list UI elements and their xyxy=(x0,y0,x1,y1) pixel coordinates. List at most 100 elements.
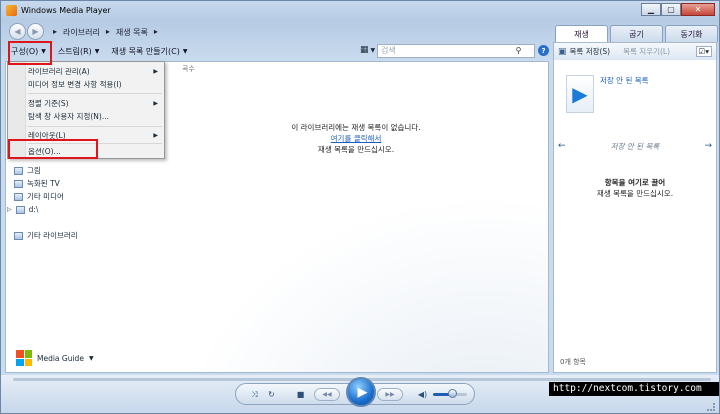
expand-arrow-icon: ▷ xyxy=(7,206,12,213)
unsaved-list-title[interactable]: 저장 안 된 목록 xyxy=(600,75,649,86)
media-guide-button[interactable]: Media Guide ▼ xyxy=(16,350,94,366)
empty-library-message: 이 라이브러리에는 재생 목록이 없습니다. 여기를 클릭해서 재생 목록을 만… xyxy=(241,122,471,155)
tab-strip: 재생 굽기 동기화 xyxy=(555,25,718,43)
chevron-right-icon: ▸ xyxy=(53,27,58,36)
nav-label: 기타 미디어 xyxy=(27,192,64,201)
menu-item-customize-nav[interactable]: 탐색 창 사용자 지정(N)... xyxy=(28,110,164,122)
nav-label: 녹화된 TV xyxy=(27,179,60,188)
resize-grip[interactable] xyxy=(707,403,715,411)
help-icon[interactable]: ? xyxy=(538,45,549,56)
back-arrow-icon: ◀ xyxy=(14,27,21,36)
menu-item-label: 탐색 창 사용자 지정(N)... xyxy=(28,111,109,121)
repeat-icon[interactable]: ↻ xyxy=(265,388,278,401)
list-options-icon[interactable]: ☑▾ xyxy=(695,46,712,57)
nav-item-other-libraries[interactable]: 기타 라이브러리 xyxy=(14,229,78,242)
list-toolbar: ▣ 목록 저장(S) 목록 지우기(L) ☑▾ xyxy=(554,43,716,60)
search-input[interactable]: 검색 xyxy=(377,44,535,58)
play-button[interactable]: ▶ xyxy=(346,377,376,407)
dropdown-arrow-icon: ▼ xyxy=(182,47,188,55)
media-guide-label: Media Guide xyxy=(37,353,84,363)
nav-item-recorded-tv[interactable]: 녹화된 TV xyxy=(14,177,78,190)
volume-icon[interactable]: ◀) xyxy=(416,388,429,401)
highlight-organize xyxy=(8,41,52,65)
playlist-icon: ▶ xyxy=(566,75,594,113)
nav-label: 기타 라이브러리 xyxy=(27,231,78,240)
other-media-icon xyxy=(14,192,23,201)
breadcrumb-library[interactable]: 라이브러리 xyxy=(63,27,100,38)
back-button[interactable]: ◀ xyxy=(9,23,26,40)
create-playlist-link[interactable]: 여기를 클릭해서 xyxy=(241,133,471,144)
media-player-window: Windows Media Player ▁ ▢ ✕ ◀ ▶ ▸ 라이브러리 ▸… xyxy=(0,0,720,414)
menu-item-label: 라이브러리 관리(A) xyxy=(28,66,90,76)
submenu-arrow-icon: ▶ xyxy=(153,67,158,75)
caption-buttons: ▁ ▢ ✕ xyxy=(641,3,715,16)
dropdown-arrow-icon: ▼ xyxy=(94,47,100,55)
shuffle-icon[interactable]: ⤨ xyxy=(248,388,261,401)
item-count: 0개 항목 xyxy=(560,358,586,366)
navigation-tree: 그림 녹화된 TV 기타 미디어 ▷ d:\ 기타 라이브러리 xyxy=(7,164,78,242)
drag-hint-text: 재생 목록을 만드십시오. xyxy=(596,189,674,198)
menu-item-label: 미디어 정보 변경 사항 적용(I) xyxy=(28,79,122,89)
nav-label: d:\ xyxy=(28,205,39,214)
save-list-button[interactable]: 목록 저장(S) xyxy=(570,46,611,57)
stop-icon[interactable]: ■ xyxy=(294,388,307,401)
view-options-button[interactable]: ▦ ▼ xyxy=(360,45,375,55)
dropdown-arrow-icon: ▼ xyxy=(88,354,94,362)
previous-button[interactable]: ◀◀ xyxy=(314,388,340,401)
pictures-icon xyxy=(14,166,23,175)
nav-label: 그림 xyxy=(27,166,41,175)
nav-item-pictures[interactable]: 그림 xyxy=(14,164,78,177)
create-playlist-button[interactable]: 재생 목록 만들기(C) ▼ xyxy=(111,46,187,57)
chevron-right-icon: ▸ xyxy=(105,27,110,36)
arrow-right-icon[interactable]: → xyxy=(704,141,712,151)
column-header-count[interactable]: 곡수 xyxy=(182,64,195,74)
search-icon[interactable]: ⚲ xyxy=(513,45,524,56)
menu-item-label: 정렬 기준(S) xyxy=(28,98,69,108)
stream-label: 스트림(R) xyxy=(57,46,92,56)
save-icon: ▣ xyxy=(558,46,567,57)
menu-separator xyxy=(28,93,162,94)
nav-item-other-media[interactable]: 기타 미디어 xyxy=(14,190,78,203)
next-button[interactable]: ▶▶ xyxy=(377,388,403,401)
submenu-arrow-icon: ▶ xyxy=(153,99,158,107)
title-bar: Windows Media Player ▁ ▢ ✕ xyxy=(1,1,719,21)
create-playlist-label: 재생 목록 만들기(C) xyxy=(111,46,180,56)
empty-message-line1: 이 라이브러리에는 재생 목록이 없습니다. xyxy=(291,123,421,132)
recorded-tv-icon xyxy=(14,179,23,188)
stream-menu-button[interactable]: 스트림(R) ▼ xyxy=(58,46,100,57)
nav-item-drive-d[interactable]: ▷ d:\ xyxy=(7,203,78,216)
breadcrumb-playlists[interactable]: 재생 목록 xyxy=(116,27,148,38)
menu-item-manage-libraries[interactable]: 라이브러리 관리(A) ▶ xyxy=(28,65,164,77)
address-bar: ◀ ▶ ▸ 라이브러리 ▸ 재생 목록 ▸ xyxy=(1,21,553,43)
minimize-button[interactable]: ▁ xyxy=(641,3,661,16)
clear-list-button[interactable]: 목록 지우기(L) xyxy=(623,46,670,57)
next-icon: ▶▶ xyxy=(385,391,395,398)
chevron-right-icon: ▸ xyxy=(153,27,158,36)
menu-separator xyxy=(28,126,162,127)
watermark-url: http://nextcom.tistory.com xyxy=(549,382,719,396)
view-grid-icon: ▦ xyxy=(360,45,369,55)
arrow-left-icon[interactable]: ← xyxy=(558,141,566,151)
forward-arrow-icon: ▶ xyxy=(32,27,39,36)
list-pane: ▣ 목록 저장(S) 목록 지우기(L) ☑▾ ▶ 저장 안 된 목록 ← 저장… xyxy=(553,42,717,373)
previous-icon: ◀◀ xyxy=(322,391,332,398)
play-icon: ▶ xyxy=(357,384,368,400)
highlight-options xyxy=(8,139,98,159)
window-title: Windows Media Player xyxy=(21,6,111,15)
menu-item-sort-by[interactable]: 정렬 기준(S) ▶ xyxy=(28,97,164,109)
menu-item-apply-media-info[interactable]: 미디어 정보 변경 사항 적용(I) xyxy=(28,78,164,90)
tab-sync[interactable]: 동기화 xyxy=(665,25,718,42)
maximize-button[interactable]: ▢ xyxy=(661,3,681,16)
other-libraries-icon xyxy=(14,231,23,240)
forward-button[interactable]: ▶ xyxy=(27,23,44,40)
app-icon xyxy=(6,5,17,16)
empty-message-line3: 재생 목록을 만드십시오. xyxy=(317,145,395,154)
close-button[interactable]: ✕ xyxy=(681,3,715,16)
submenu-arrow-icon: ▶ xyxy=(153,131,158,139)
dropdown-arrow-icon: ▼ xyxy=(370,46,376,54)
tab-play[interactable]: 재생 xyxy=(555,25,608,43)
drag-hint-bold: 항목을 여기로 끌어 xyxy=(604,178,666,187)
windows-logo-icon xyxy=(16,350,32,366)
drag-items-hint: 항목을 여기로 끌어 재생 목록을 만드십시오. xyxy=(554,177,716,199)
tab-burn[interactable]: 굽기 xyxy=(610,25,663,42)
